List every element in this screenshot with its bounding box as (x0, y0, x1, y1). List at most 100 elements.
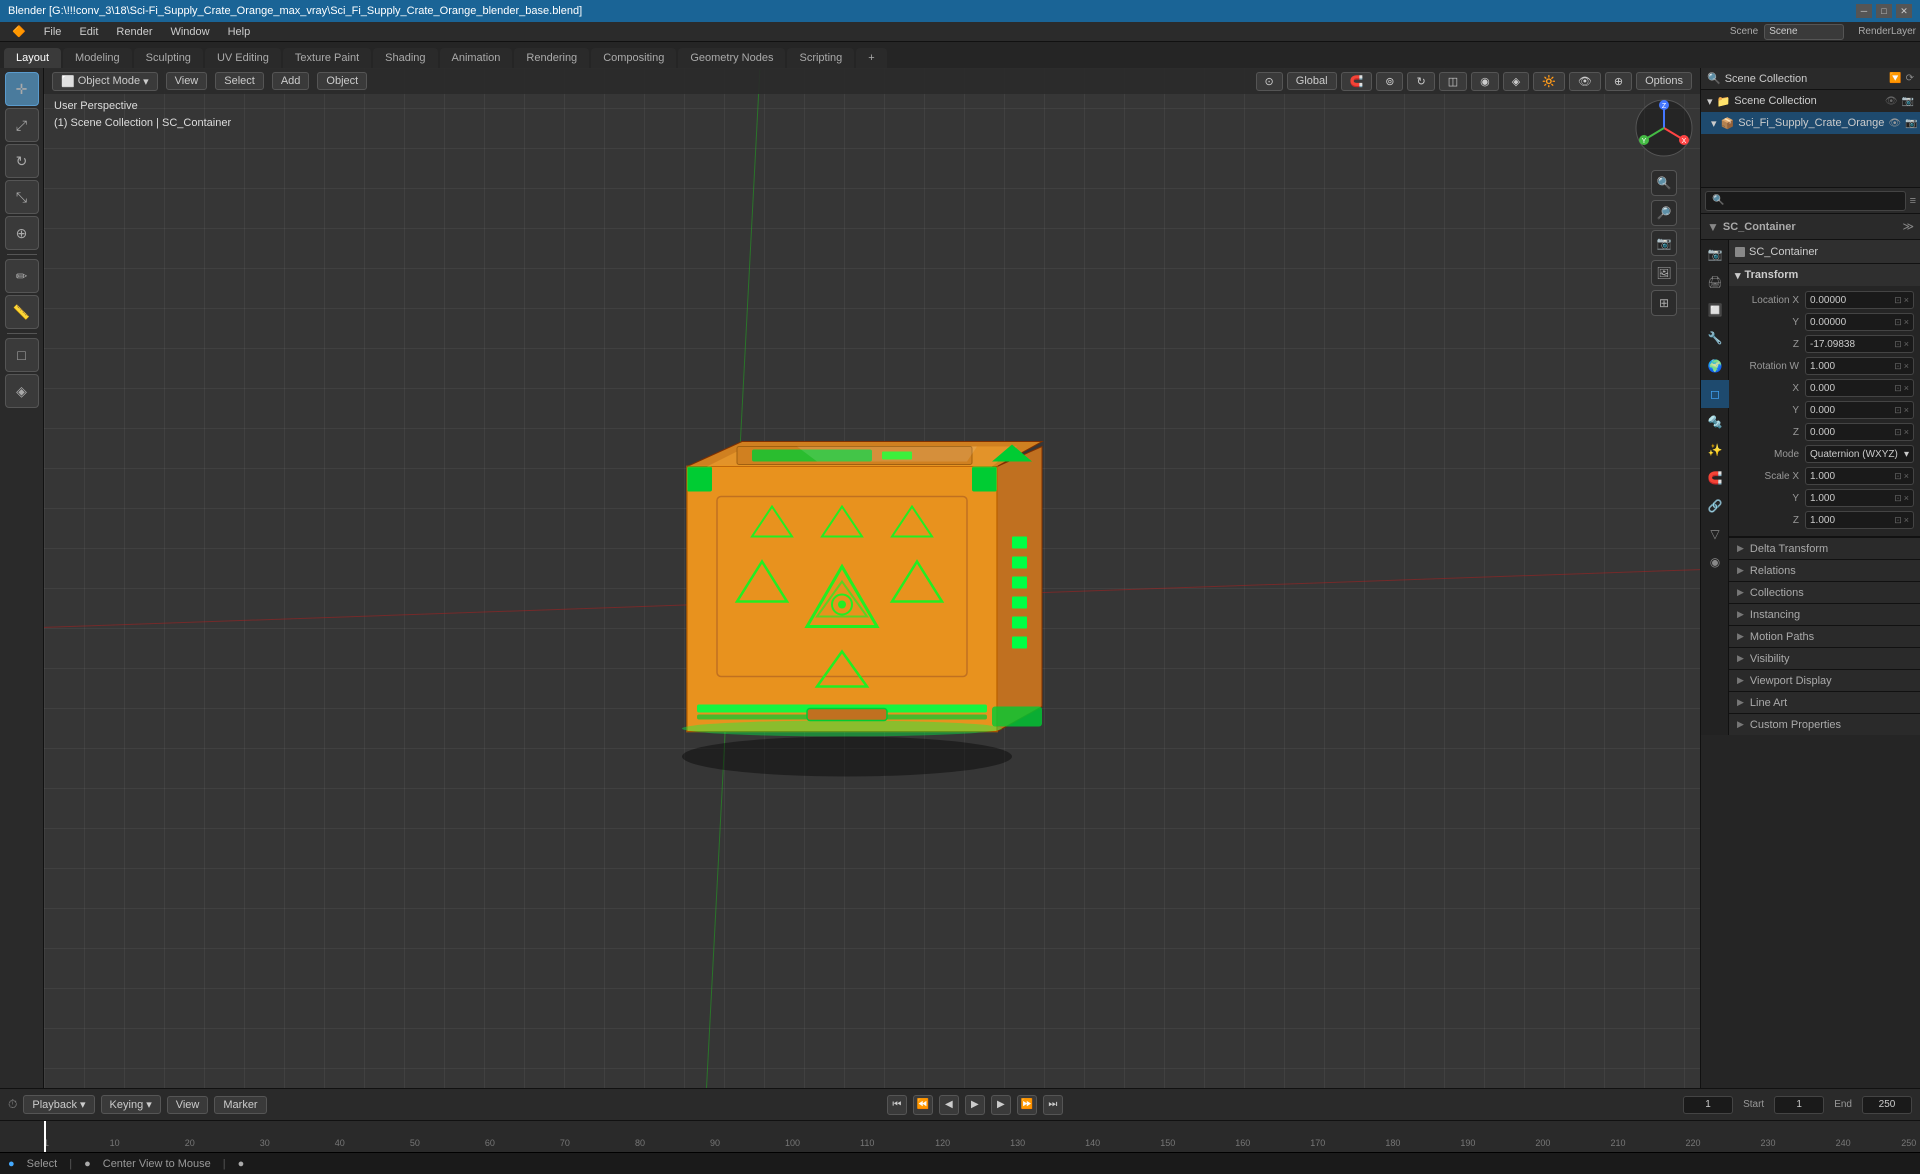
tool-measure[interactable]: 📏 (5, 295, 39, 329)
tab-layout[interactable]: Layout (4, 48, 61, 68)
view-menu[interactable]: View (166, 72, 208, 90)
shading-solid[interactable]: ◉ (1471, 72, 1499, 91)
transform-header[interactable]: ▾ Transform (1729, 264, 1920, 286)
goto-start-button[interactable]: ⏮ (887, 1095, 907, 1115)
end-frame-input[interactable]: 250 (1862, 1096, 1912, 1114)
rotation-y-field[interactable]: 0.000 ⊡× (1805, 401, 1914, 419)
tab-animation[interactable]: Animation (440, 48, 513, 68)
playhead[interactable] (44, 1121, 46, 1152)
location-z-field[interactable]: -17.09838 ⊡× (1805, 335, 1914, 353)
props-icon-scene[interactable]: 🔧 (1701, 324, 1729, 352)
outliner-filter[interactable]: 🔽 (1889, 73, 1901, 84)
snap-toggle[interactable]: 🧲 (1341, 72, 1373, 91)
menu-help[interactable]: Help (220, 24, 259, 40)
menu-edit[interactable]: Edit (71, 24, 106, 40)
select-menu[interactable]: Select (215, 72, 264, 90)
delta-transform-section[interactable]: ▶ Delta Transform (1729, 537, 1920, 559)
next-keyframe-button[interactable]: ▶ (991, 1095, 1011, 1115)
motion-paths-section[interactable]: ▶ Motion Paths (1729, 625, 1920, 647)
tab-compositing[interactable]: Compositing (591, 48, 676, 68)
shading-rendered[interactable]: 🔆 (1533, 72, 1565, 91)
tab-geometry-nodes[interactable]: Geometry Nodes (678, 48, 785, 68)
props-icon-object[interactable]: ◻ (1701, 380, 1729, 408)
view-camera-button[interactable]: 📷 (1651, 230, 1677, 256)
menu-blender[interactable]: 🔶 (4, 23, 34, 40)
props-icon-constraints[interactable]: 🔗 (1701, 492, 1729, 520)
menu-file[interactable]: File (36, 24, 70, 40)
outliner-visibility-icon[interactable]: 👁 (1885, 96, 1898, 107)
zoom-in-button[interactable]: 🔍 (1651, 170, 1677, 196)
zoom-out-button[interactable]: 🔎 (1651, 200, 1677, 226)
transform-orientation[interactable]: Global (1287, 72, 1337, 90)
line-art-section[interactable]: ▶ Line Art (1729, 691, 1920, 713)
properties-search-field[interactable]: 🔍 (1705, 191, 1906, 211)
shading-material[interactable]: ◈ (1503, 72, 1529, 91)
mode-selector[interactable]: ⬜ Object Mode ▾ (52, 72, 158, 91)
timeline-ruler[interactable]: 1 10 20 30 40 50 60 70 80 90 100 110 120… (0, 1120, 1920, 1152)
location-x-field[interactable]: 0.00000 ⊡× (1805, 291, 1914, 309)
tab-modeling[interactable]: Modeling (63, 48, 132, 68)
scale-z-field[interactable]: 1.000 ⊡× (1805, 511, 1914, 529)
scale-x-field[interactable]: 1.000 ⊡× (1805, 467, 1914, 485)
visibility-section[interactable]: ▶ Visibility (1729, 647, 1920, 669)
overlays-button[interactable]: 👁 (1569, 72, 1601, 91)
rotation-w-field[interactable]: 1.000 ⊡× (1805, 357, 1914, 375)
tool-rotate[interactable]: ↻ (5, 144, 39, 178)
proportional-edit[interactable]: ⊚ (1376, 72, 1403, 91)
options-button[interactable]: Options (1636, 72, 1692, 90)
props-icon-output[interactable]: 🖨 (1701, 268, 1729, 296)
object-name-field[interactable]: SC_Container (1749, 246, 1818, 258)
transform-pivot[interactable]: ⊙ (1256, 72, 1283, 91)
outliner-scene-collection[interactable]: ▾ 📁 Scene Collection 👁 📷 (1701, 90, 1920, 112)
outliner-render-icon[interactable]: 📷 (1902, 96, 1914, 107)
tab-texture-paint[interactable]: Texture Paint (283, 48, 371, 68)
keying-menu[interactable]: Keying ▾ (101, 1095, 161, 1114)
play-button[interactable]: ▶ (965, 1095, 985, 1115)
outliner-sync[interactable]: ⟳ (1906, 73, 1914, 84)
object-menu[interactable]: Object (317, 72, 367, 90)
goto-end-button[interactable]: ⏭ (1043, 1095, 1063, 1115)
tool-add-cube[interactable]: □ (5, 338, 39, 372)
collections-section[interactable]: ▶ Collections (1729, 581, 1920, 603)
custom-properties-section[interactable]: ▶ Custom Properties (1729, 713, 1920, 735)
properties-filter-icon[interactable]: ≡ (1910, 195, 1916, 207)
viewport-display-section[interactable]: ▶ Viewport Display (1729, 669, 1920, 691)
props-icon-particles[interactable]: ✨ (1701, 436, 1729, 464)
tool-annotate[interactable]: ✏ (5, 259, 39, 293)
shading-wireframe[interactable]: ◫ (1439, 72, 1467, 91)
tab-add[interactable]: + (856, 48, 886, 68)
timeline-view-menu[interactable]: View (167, 1096, 209, 1114)
gizmos-button[interactable]: ⊕ (1605, 72, 1632, 91)
menu-window[interactable]: Window (162, 24, 217, 40)
viewport-3d[interactable]: ⬜ Object Mode ▾ View Select Add Object ⊙… (44, 68, 1700, 1088)
prev-keyframe-button[interactable]: ◀ (939, 1095, 959, 1115)
props-icon-view-layer[interactable]: 🔲 (1701, 296, 1729, 324)
tool-add-mesh[interactable]: ◈ (5, 374, 39, 408)
minimize-button[interactable]: ─ (1856, 4, 1872, 18)
props-icon-material[interactable]: ◉ (1701, 548, 1729, 576)
view-render-button[interactable]: 🖼 (1651, 260, 1677, 286)
step-back-button[interactable]: ⏪ (913, 1095, 933, 1115)
tool-cursor[interactable]: ✛ (5, 72, 39, 106)
tab-scripting[interactable]: Scripting (787, 48, 854, 68)
rotation-mode-dropdown[interactable]: Quaternion (WXYZ) ▾ (1805, 445, 1914, 463)
item-visibility[interactable]: 👁 (1888, 118, 1901, 129)
close-button[interactable]: ✕ (1896, 4, 1912, 18)
props-icon-data[interactable]: ▽ (1701, 520, 1729, 548)
rotation-z-field[interactable]: 0.000 ⊡× (1805, 423, 1914, 441)
marker-menu[interactable]: Marker (214, 1096, 266, 1114)
tab-rendering[interactable]: Rendering (514, 48, 589, 68)
instancing-section[interactable]: ▶ Instancing (1729, 603, 1920, 625)
location-y-field[interactable]: 0.00000 ⊡× (1805, 313, 1914, 331)
props-icon-modifiers[interactable]: 🔩 (1701, 408, 1729, 436)
outliner-crate-item[interactable]: ▾ 📦 Sci_Fi_Supply_Crate_Orange 👁 📷 (1701, 112, 1920, 134)
current-frame-input[interactable]: 1 (1683, 1096, 1733, 1114)
relations-section[interactable]: ▶ Relations (1729, 559, 1920, 581)
proportional-fall[interactable]: ↻ (1407, 72, 1434, 91)
item-render[interactable]: 📷 (1905, 118, 1917, 129)
props-icon-physics[interactable]: 🧲 (1701, 464, 1729, 492)
tab-uv-editing[interactable]: UV Editing (205, 48, 281, 68)
props-icon-world[interactable]: 🌍 (1701, 352, 1729, 380)
tab-shading[interactable]: Shading (373, 48, 437, 68)
tool-scale[interactable]: ⤡ (5, 180, 39, 214)
